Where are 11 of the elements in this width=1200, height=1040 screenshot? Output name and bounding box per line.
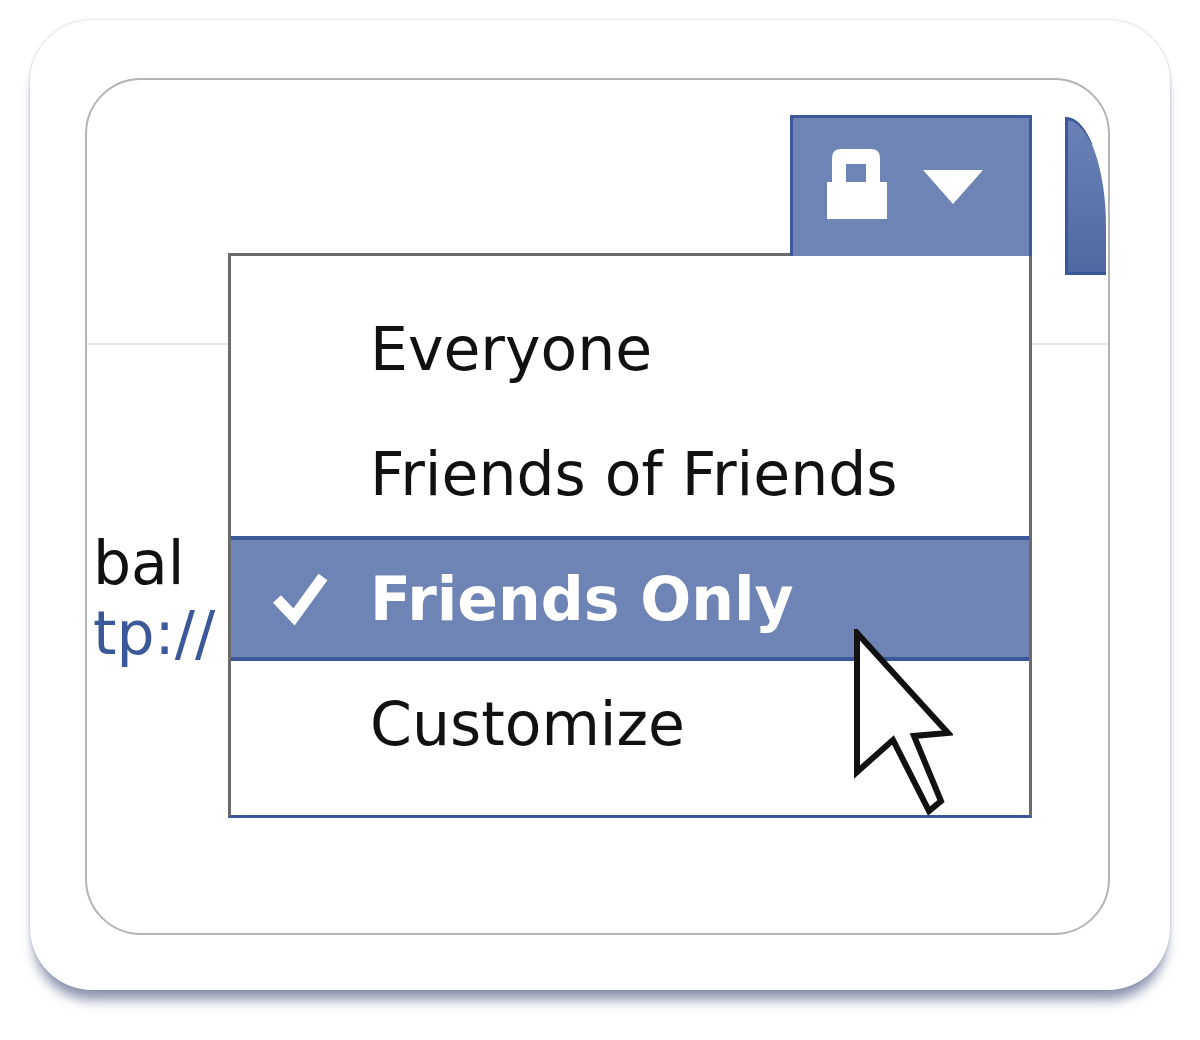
lock-icon — [827, 149, 887, 219]
menu-item[interactable]: Customize — [231, 661, 1029, 786]
text-fragment: bal — [93, 528, 185, 598]
partial-button[interactable] — [1065, 117, 1106, 275]
checkmark-icon — [272, 571, 328, 626]
caret-icon — [923, 170, 983, 204]
menu-item[interactable]: Friends Only — [231, 536, 1029, 661]
menu-item[interactable]: Everyone — [231, 286, 1029, 411]
privacy-dropdown-button[interactable] — [790, 115, 1032, 256]
link-fragment[interactable]: tp:// — [93, 598, 216, 668]
menu-item[interactable]: Friends of Friends — [231, 411, 1029, 536]
